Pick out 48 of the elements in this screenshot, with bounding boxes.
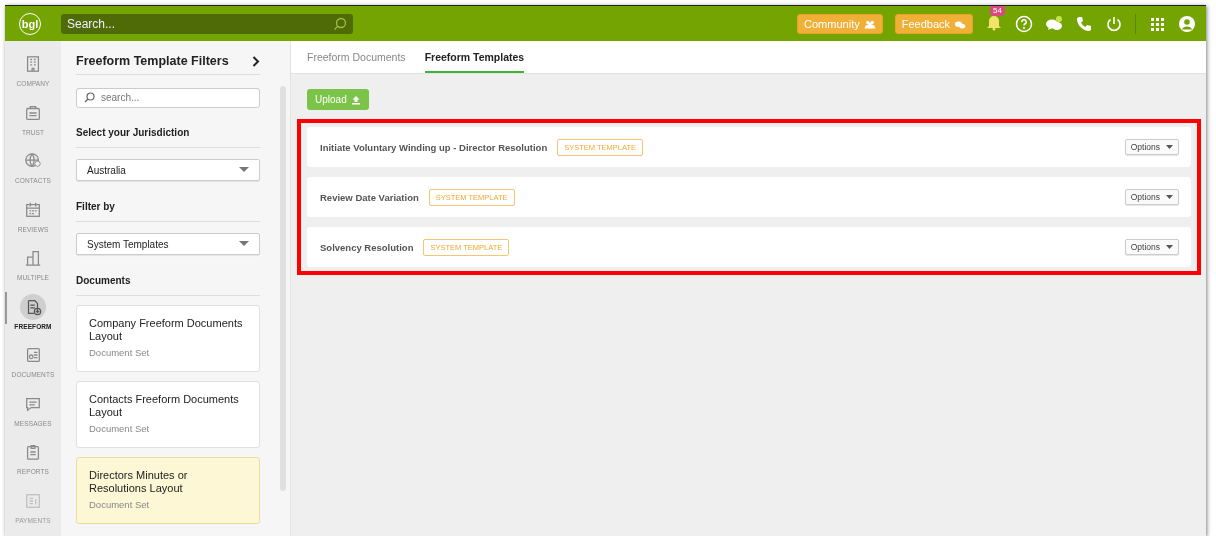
section-heading: Select your Jurisdiction: [76, 107, 260, 148]
user-icon[interactable]: [1178, 14, 1196, 33]
building-icon: [24, 55, 42, 73]
dropdown[interactable]: System Templates: [76, 233, 260, 255]
document-card[interactable]: Directors Minutes or Resolutions Layout Document Set: [76, 457, 260, 524]
document-type: Document Set: [89, 499, 151, 510]
document-title: Directors Minutes or Resolutions Layout: [89, 469, 189, 494]
options-button[interactable]: Options: [1124, 189, 1179, 205]
caret-icon: [239, 167, 249, 173]
document-card[interactable]: Company Freeform Documents Layout Document Set: [76, 305, 260, 372]
help-icon[interactable]: [1015, 14, 1033, 33]
document-type: Document Set: [89, 347, 151, 358]
tab[interactable]: Freeform Documents: [307, 41, 406, 73]
options-button[interactable]: Options: [1124, 139, 1179, 155]
caret-icon: [1166, 195, 1173, 199]
document-icon: [24, 346, 42, 364]
section-heading: Documents: [76, 255, 260, 296]
dropdown[interactable]: Australia: [76, 159, 260, 181]
document-title: Contacts Freeform Documents Layout: [89, 393, 240, 418]
notification-badge: 54: [990, 6, 1005, 16]
power-icon[interactable]: [1105, 14, 1123, 33]
globe-person-icon: [24, 152, 42, 170]
document-type: Document Set: [89, 423, 151, 434]
template-name: Solvency Resolution: [320, 241, 414, 253]
options-button[interactable]: Options: [1124, 239, 1179, 255]
document-title: Company Freeform Documents Layout: [89, 317, 244, 342]
template-name: Review Date Variation: [320, 191, 419, 203]
panel-title: Freeform Template Filters: [76, 54, 229, 68]
caret-icon: [1166, 245, 1173, 249]
search-icon: [333, 16, 347, 31]
search-field[interactable]: Search...: [61, 13, 353, 34]
upload-icon: [350, 94, 361, 105]
briefcase-icon: [24, 103, 42, 122]
invoice-icon: [24, 491, 42, 510]
buildings-icon: [24, 249, 42, 267]
section-heading: Filter by: [76, 181, 260, 222]
tab[interactable]: Freeform Templates: [424, 41, 525, 73]
template-name: Initiate Voluntary Winding up - Director Resolution: [320, 141, 548, 153]
clipboard-icon: [24, 443, 42, 461]
document-card[interactable]: Contacts Freeform Documents Layout Document Set: [76, 381, 260, 448]
caret-icon: [239, 241, 249, 247]
caret-icon: [1166, 145, 1173, 149]
chevron-right-icon[interactable]: [252, 55, 260, 67]
phone-icon[interactable]: [1075, 14, 1093, 33]
search-field[interactable]: search...: [76, 87, 260, 108]
upload-button[interactable]: Upload: [307, 89, 369, 110]
chat-icon[interactable]: [1045, 14, 1063, 33]
calendar-icon: [24, 200, 42, 219]
